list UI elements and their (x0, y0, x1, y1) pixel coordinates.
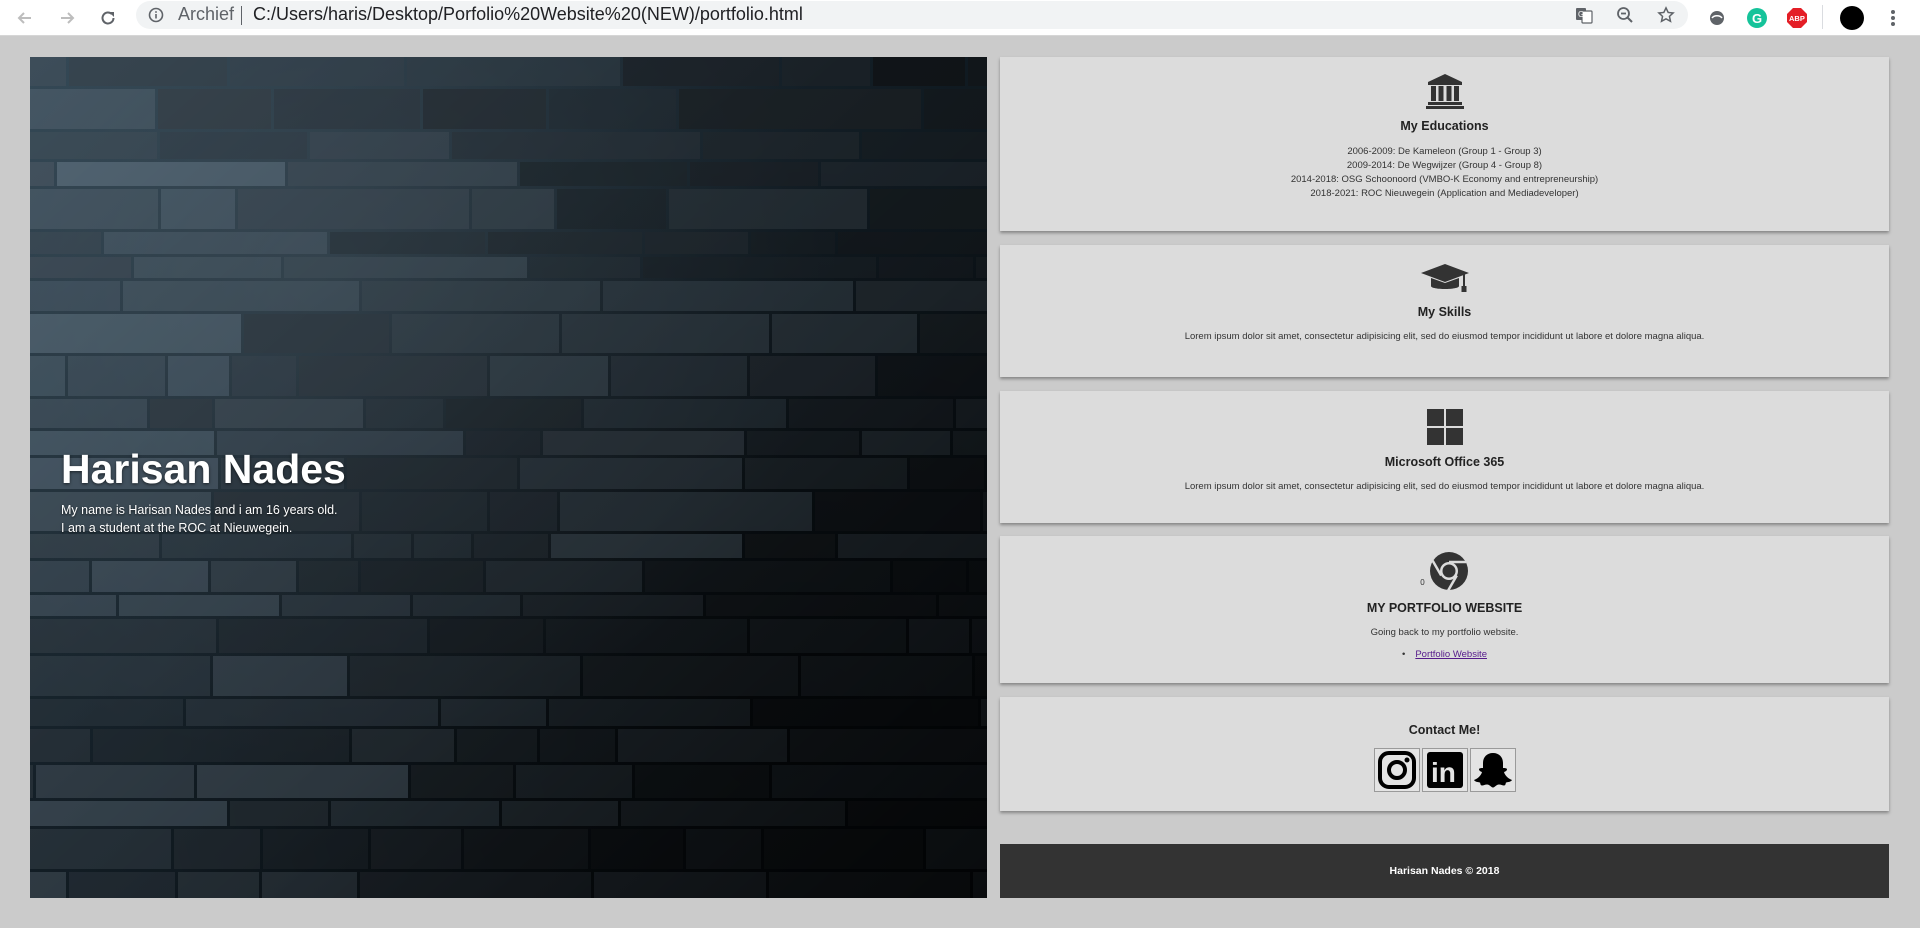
info-icon[interactable] (148, 7, 164, 28)
hero-intro-line: My name is Harisan Nades and i am 16 yea… (61, 503, 338, 518)
svg-text:ABP: ABP (1789, 14, 1805, 23)
portfolio-link-item: • Portfolio Website (1000, 649, 1889, 660)
linkedin-icon: in (1426, 752, 1463, 788)
footer: Harisan Nades © 2018 (1000, 844, 1889, 898)
forward-arrow-icon (61, 12, 75, 24)
address-bar[interactable]: Archief C:/Users/haris/Desktop/Porfolio%… (136, 1, 1688, 29)
reload-button[interactable] (93, 3, 123, 33)
linkedin-link[interactable]: in (1421, 748, 1468, 792)
education-line: 2009-2014: De Wegwijzer (Group 4 - Group… (1346, 160, 1543, 171)
portfolio-text: Going back to my portfolio website. (1370, 627, 1519, 638)
graduation-cap-icon (1000, 245, 1889, 295)
vpn-icon[interactable] (1704, 5, 1730, 31)
windows-icon (1000, 391, 1889, 445)
social-links: in (1000, 748, 1889, 792)
contact-title: Contact Me! (1408, 723, 1481, 737)
portfolio-title: MY PORTFOLIO WEBSITE (1366, 601, 1523, 615)
skills-title: My Skills (1417, 305, 1472, 319)
omnibox-label: Archief (178, 4, 235, 24)
education-card: My Educations 2006-2009: De Kameleon (Gr… (1000, 57, 1889, 231)
icon-fallback-text: 0 (1420, 578, 1425, 587)
grammarly-icon[interactable]: G (1744, 5, 1770, 31)
hero-student-line: I am a student at the ROC at Nieuwegein. (61, 521, 293, 536)
portfolio-icon-row: 0 (1000, 536, 1889, 591)
menu-icon[interactable] (1880, 5, 1906, 31)
zoom-out-icon[interactable] (1615, 5, 1635, 25)
omnibox-divider (241, 6, 242, 25)
office-text: Lorem ipsum dolor sit amet, consectetur … (1184, 481, 1705, 492)
skills-text: Lorem ipsum dolor sit amet, consectetur … (1184, 331, 1705, 342)
translate-icon[interactable]: G (1574, 5, 1594, 25)
snapchat-link[interactable] (1469, 748, 1516, 792)
footer-copyright: Harisan Nades © 2018 (1389, 865, 1500, 877)
chrome-icon (1429, 552, 1468, 591)
svg-text:in: in (1431, 757, 1456, 788)
portfolio-website-link[interactable]: Portfolio Website (1415, 649, 1487, 660)
hero-section: Harisan Nades My name is Harisan Nades a… (30, 57, 987, 898)
back-arrow-icon (17, 12, 31, 24)
institution-icon (1000, 57, 1889, 109)
svg-text:G: G (1752, 11, 1762, 26)
toolbar-divider (1822, 5, 1823, 29)
snapchat-icon (1473, 753, 1512, 788)
skills-card: My Skills Lorem ipsum dolor sit amet, co… (1000, 245, 1889, 377)
forward-button[interactable] (52, 3, 82, 33)
office-title: Microsoft Office 365 (1384, 455, 1505, 469)
adblock-icon[interactable]: ABP (1784, 5, 1810, 31)
education-list: 2006-2009: De Kameleon (Group 1 - Group … (1000, 145, 1889, 201)
education-title: My Educations (1400, 119, 1489, 133)
education-line: 2018-2021: ROC Nieuwegein (Application a… (1310, 188, 1579, 199)
browser-toolbar: Archief C:/Users/haris/Desktop/Porfolio%… (0, 0, 1920, 36)
back-button[interactable] (10, 3, 40, 33)
office-card: Microsoft Office 365 Lorem ipsum dolor s… (1000, 391, 1889, 523)
education-line: 2006-2009: De Kameleon (Group 1 - Group … (1347, 146, 1542, 157)
instagram-icon (1377, 751, 1416, 789)
education-line: 2014-2018: OSG Schoonoord (VMBO-K Econom… (1290, 174, 1599, 185)
url-text[interactable]: C:/Users/haris/Desktop/Porfolio%20Websit… (253, 4, 803, 25)
reload-icon (101, 11, 115, 25)
profile-avatar[interactable] (1839, 5, 1865, 31)
portfolio-card: 0 MY PORTFOLIO WEBSITE Going back to my … (1000, 536, 1889, 683)
contact-card: Contact Me! in (1000, 697, 1889, 811)
hero-name: Harisan Nades (61, 446, 346, 492)
hero-text: Harisan Nades My name is Harisan Nades a… (61, 446, 346, 537)
bullet: • (1402, 649, 1406, 660)
svg-text:G: G (1578, 10, 1584, 19)
star-icon[interactable] (1656, 5, 1676, 25)
instagram-link[interactable] (1373, 748, 1420, 792)
